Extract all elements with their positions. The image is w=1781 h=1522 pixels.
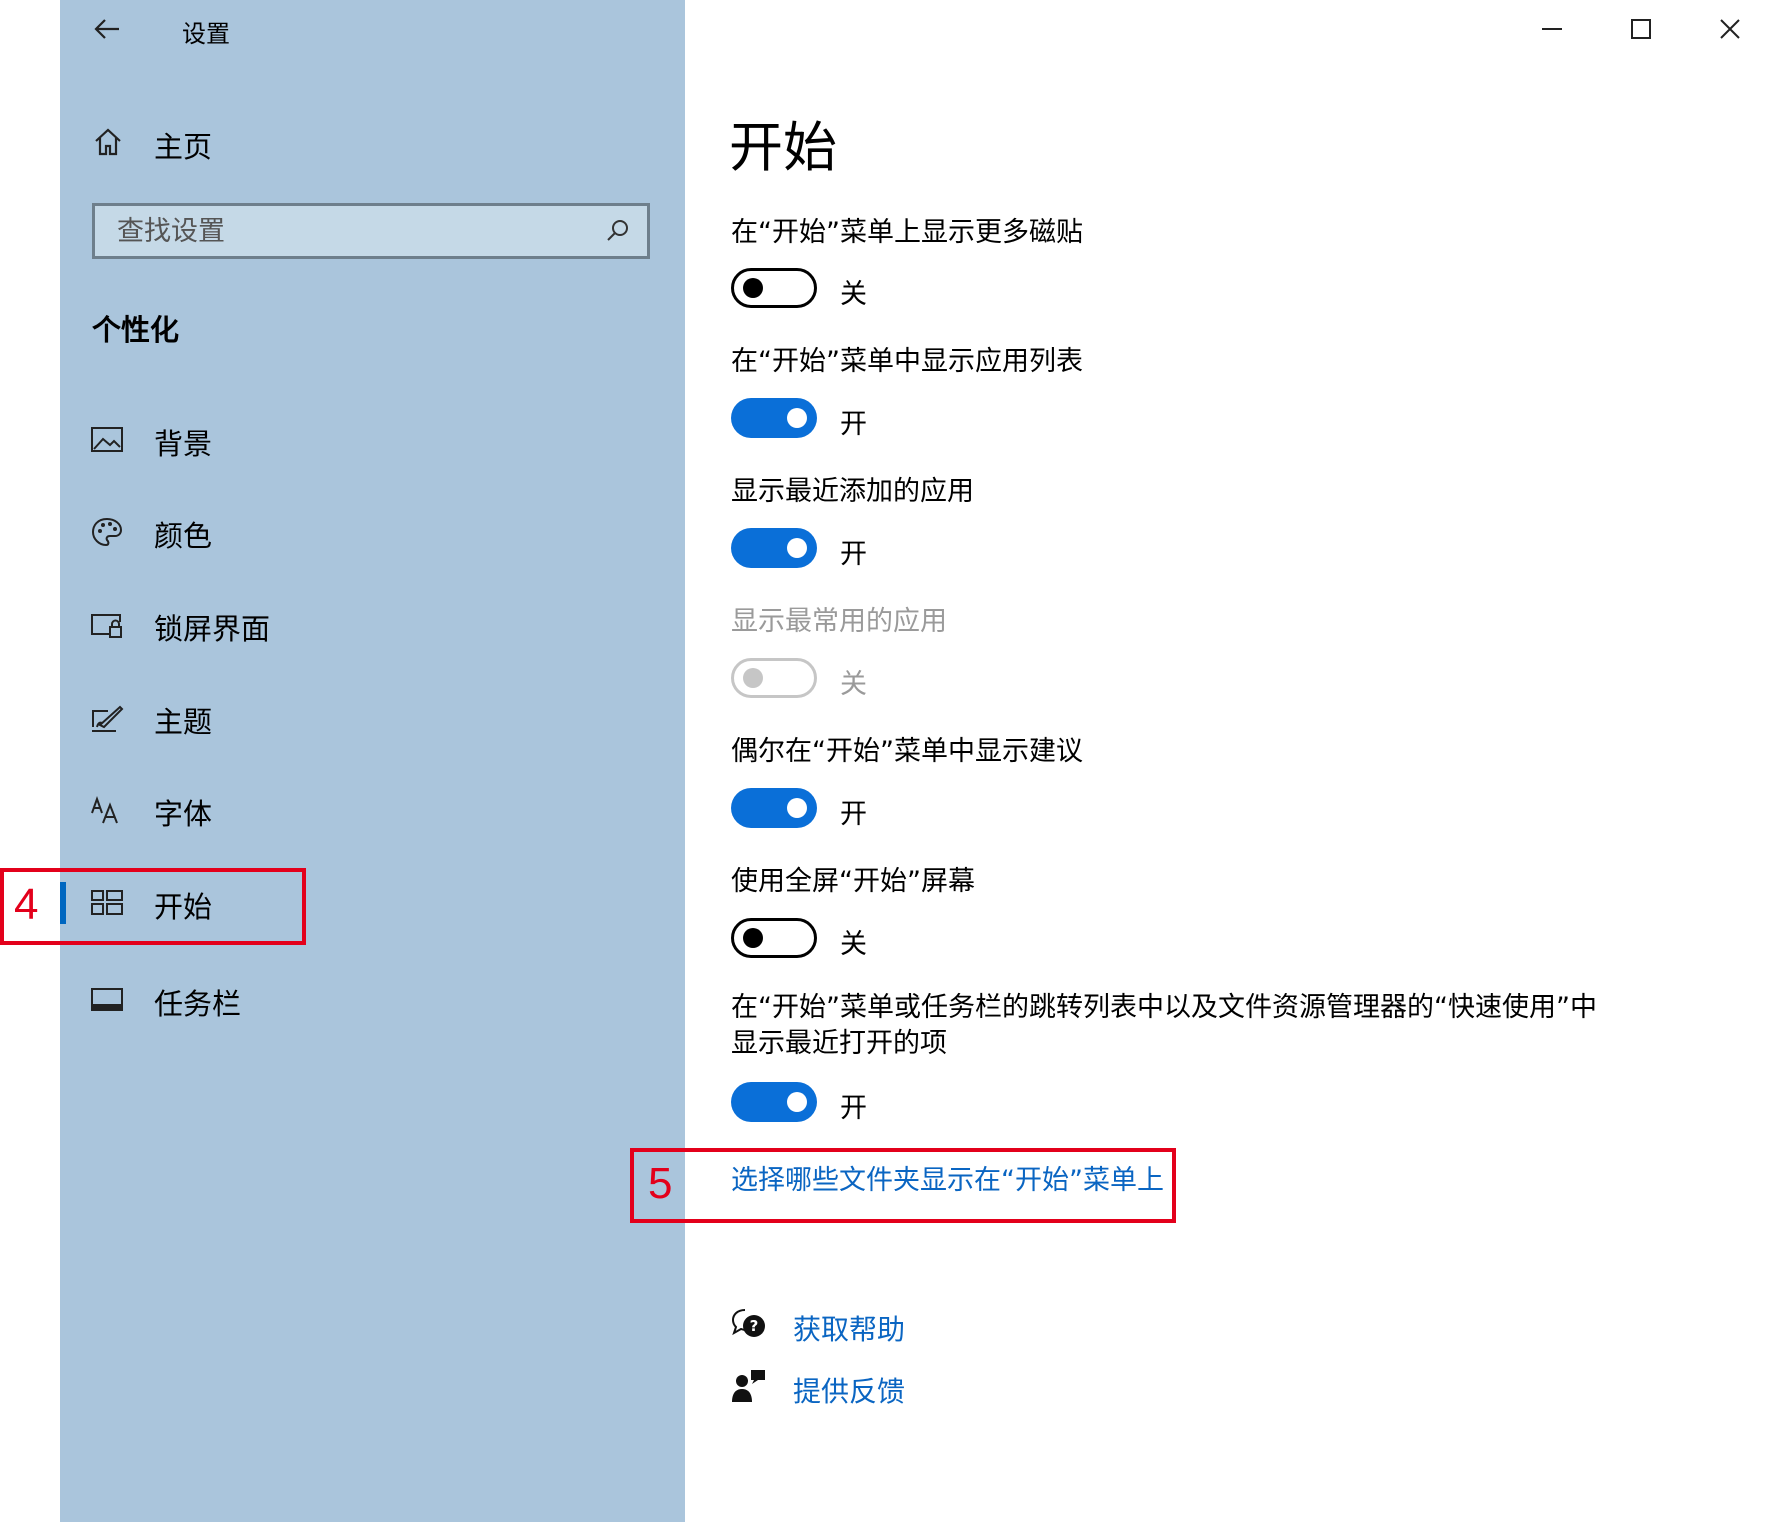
search-icon[interactable] bbox=[605, 218, 631, 244]
setting-label-recent-items-line1: 在“开始”菜单或任务栏的跳转列表中以及文件资源管理器的“快速使用”中 bbox=[731, 992, 1597, 1023]
sidebar-item-label: 字体 bbox=[154, 797, 213, 831]
toggle-recent-apps[interactable] bbox=[731, 528, 817, 568]
help-chat-icon[interactable]: ? bbox=[731, 1308, 767, 1340]
sidebar-item-label: 颜色 bbox=[154, 519, 213, 553]
toggle-suggestions[interactable] bbox=[731, 788, 817, 828]
sidebar-item-taskbar[interactable]: 任务栏 bbox=[60, 965, 685, 1035]
state-more-tiles: 关 bbox=[840, 279, 867, 310]
setting-label-fullscreen-start: 使用全屏“开始”屏幕 bbox=[731, 866, 975, 897]
toggle-knob bbox=[787, 1092, 807, 1112]
state-recent-items: 开 bbox=[840, 1093, 867, 1124]
sidebar-item-background[interactable]: 背景 bbox=[60, 405, 685, 475]
sidebar-item-label: 背景 bbox=[154, 427, 213, 461]
toggle-most-used bbox=[731, 658, 817, 698]
setting-label-recent-apps: 显示最近添加的应用 bbox=[731, 476, 974, 507]
toggle-knob bbox=[743, 668, 763, 688]
sidebar-item-colors[interactable]: 颜色 bbox=[60, 497, 685, 567]
page-title: 开始 bbox=[729, 116, 837, 179]
palette-icon bbox=[90, 517, 124, 547]
svg-text:?: ? bbox=[750, 1317, 759, 1335]
toggle-knob bbox=[743, 278, 763, 298]
setting-label-suggestions: 偶尔在“开始”菜单中显示建议 bbox=[731, 736, 1083, 767]
search-box bbox=[92, 203, 650, 259]
toggle-knob bbox=[787, 538, 807, 558]
section-title: 个性化 bbox=[92, 313, 180, 347]
sidebar-item-themes[interactable]: 主题 bbox=[60, 683, 685, 753]
state-fullscreen-start: 关 bbox=[840, 929, 867, 960]
taskbar-icon bbox=[90, 985, 124, 1015]
picture-icon bbox=[90, 425, 124, 455]
toggle-knob bbox=[743, 928, 763, 948]
lock-screen-icon bbox=[90, 610, 124, 640]
sidebar-item-label: 任务栏 bbox=[154, 987, 242, 1021]
setting-label-app-list: 在“开始”菜单中显示应用列表 bbox=[731, 346, 1083, 377]
setting-label-recent-items-line2: 显示最近打开的项 bbox=[731, 1028, 947, 1059]
close-icon[interactable] bbox=[1715, 14, 1745, 44]
toggle-app-list[interactable] bbox=[731, 398, 817, 438]
annotation-box-5 bbox=[630, 1148, 1176, 1223]
annotation-number-5: 5 bbox=[648, 1159, 673, 1208]
sidebar-item-label: 主题 bbox=[154, 705, 213, 739]
annotation-number-4: 4 bbox=[14, 880, 39, 929]
sidebar-item-label: 锁屏界面 bbox=[154, 612, 271, 646]
theme-brush-icon bbox=[90, 703, 124, 733]
get-help-link[interactable]: 获取帮助 bbox=[793, 1308, 905, 1348]
home-icon[interactable] bbox=[92, 126, 124, 158]
sidebar-item-fonts[interactable]: 字体 bbox=[60, 775, 685, 845]
toggle-knob bbox=[787, 408, 807, 428]
setting-label-most-used: 显示最常用的应用 bbox=[731, 606, 947, 637]
toggle-recent-items[interactable] bbox=[731, 1082, 817, 1122]
toggle-more-tiles[interactable] bbox=[731, 268, 817, 308]
back-arrow-icon[interactable] bbox=[92, 14, 122, 44]
state-app-list: 开 bbox=[840, 409, 867, 440]
window-title: 设置 bbox=[182, 20, 230, 48]
maximize-icon[interactable] bbox=[1626, 14, 1656, 44]
toggle-fullscreen-start[interactable] bbox=[731, 918, 817, 958]
toggle-knob bbox=[787, 798, 807, 818]
state-most-used: 关 bbox=[840, 669, 867, 700]
home-label[interactable]: 主页 bbox=[154, 124, 212, 166]
search-input[interactable] bbox=[95, 206, 647, 256]
state-recent-apps: 开 bbox=[840, 539, 867, 570]
feedback-person-icon[interactable] bbox=[731, 1369, 767, 1403]
annotation-box-4 bbox=[0, 868, 306, 945]
sidebar-item-lock-screen[interactable]: 锁屏界面 bbox=[60, 590, 685, 660]
setting-label-more-tiles: 在“开始”菜单上显示更多磁贴 bbox=[731, 217, 1083, 248]
font-icon bbox=[90, 795, 124, 825]
minimize-icon[interactable] bbox=[1537, 14, 1567, 44]
state-suggestions: 开 bbox=[840, 799, 867, 830]
feedback-link[interactable]: 提供反馈 bbox=[793, 1370, 905, 1410]
